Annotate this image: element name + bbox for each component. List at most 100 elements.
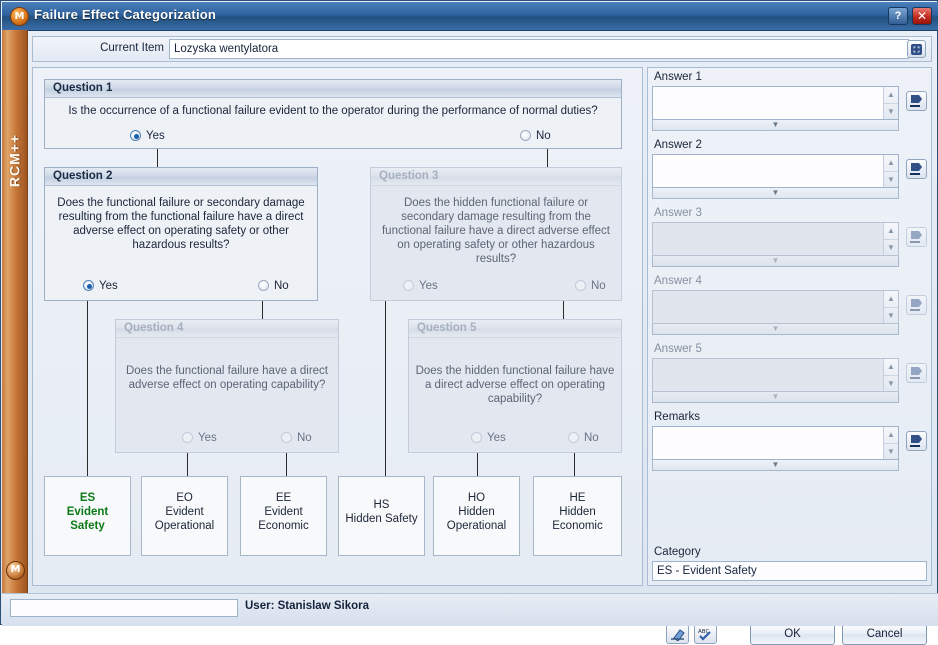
answer-2-input[interactable]: ▲ ▼ bbox=[652, 154, 899, 188]
radio-dot-icon bbox=[83, 280, 94, 291]
answer-4-spinner[interactable]: ▲ ▼ bbox=[883, 291, 898, 323]
connector-q3-yes bbox=[385, 301, 386, 476]
answer-5-spinner[interactable]: ▲ ▼ bbox=[883, 359, 898, 391]
result-line1-he: Hidden bbox=[559, 506, 596, 518]
answer-5-insert-reference-icon[interactable] bbox=[906, 363, 927, 383]
question-2-no-radio[interactable]: No bbox=[258, 280, 289, 292]
question-5-yes-label: Yes bbox=[487, 432, 506, 444]
category-select[interactable]: ES - Evident Safety bbox=[652, 561, 927, 581]
remarks-insert-reference-icon[interactable] bbox=[906, 431, 927, 451]
result-box-hs[interactable]: HS Hidden Safety bbox=[338, 476, 425, 556]
question-2-yes-radio[interactable]: Yes bbox=[83, 280, 118, 292]
chevron-up-icon[interactable]: ▲ bbox=[884, 223, 898, 239]
chevron-up-icon[interactable]: ▲ bbox=[884, 291, 898, 307]
result-box-es[interactable]: ES Evident Safety bbox=[44, 476, 131, 556]
result-code-es: ES bbox=[79, 492, 96, 504]
current-item-value[interactable]: Lozyska wentylatora bbox=[169, 39, 909, 59]
question-3-no-radio[interactable]: No bbox=[575, 280, 606, 292]
result-box-ee[interactable]: EE Evident Economic bbox=[240, 476, 327, 556]
connector-q2-yes bbox=[87, 301, 88, 476]
question-3-no-label: No bbox=[591, 280, 606, 292]
chevron-up-icon[interactable]: ▲ bbox=[884, 359, 898, 375]
answer-1-label: Answer 1 bbox=[654, 71, 702, 83]
radio-dot-icon bbox=[520, 130, 531, 141]
help-button[interactable]: ? bbox=[888, 7, 908, 25]
question-1-no-label: No bbox=[536, 130, 551, 142]
chevron-down-icon[interactable]: ▼ bbox=[884, 239, 898, 256]
question-4-yes-label: Yes bbox=[198, 432, 217, 444]
answer-1-insert-reference-icon[interactable] bbox=[906, 91, 927, 111]
eraser-icon bbox=[671, 629, 685, 641]
answer-1-expander[interactable]: ▼ bbox=[652, 120, 899, 131]
connector-q5-yes bbox=[477, 453, 478, 476]
answer-4-expander[interactable]: ▼ bbox=[652, 324, 899, 335]
answer-3-expander[interactable]: ▼ bbox=[652, 256, 899, 267]
question-3-text: Does the hidden functional failure or se… bbox=[381, 197, 610, 265]
spellcheck-button[interactable]: ABC bbox=[694, 624, 717, 644]
remarks-expander[interactable]: ▼ bbox=[652, 460, 899, 471]
connector-q4-no bbox=[286, 453, 287, 476]
answer-4-input[interactable]: ▲ ▼ bbox=[652, 290, 899, 324]
chevron-down-icon[interactable]: ▼ bbox=[884, 375, 898, 392]
radio-dot-icon bbox=[568, 432, 579, 443]
chevron-down-icon[interactable]: ▼ bbox=[884, 171, 898, 188]
chevron-down-icon[interactable]: ▼ bbox=[884, 443, 898, 460]
question-4-yes-radio[interactable]: Yes bbox=[182, 432, 217, 444]
close-button[interactable]: ✕ bbox=[912, 7, 932, 25]
answer-5-expander[interactable]: ▼ bbox=[652, 392, 899, 403]
question-4-no-radio[interactable]: No bbox=[281, 432, 312, 444]
result-code-ho: HO bbox=[467, 492, 486, 504]
answer-2-spinner[interactable]: ▲ ▼ bbox=[883, 155, 898, 187]
chevron-down-icon[interactable]: ▼ bbox=[884, 307, 898, 324]
eraser-button[interactable] bbox=[666, 624, 689, 644]
window-title: Failure Effect Categorization bbox=[34, 7, 217, 22]
question-3-yes-radio[interactable]: Yes bbox=[403, 280, 438, 292]
chevron-down-icon[interactable]: ▼ bbox=[884, 103, 898, 120]
question-1-group: Question 1 Is the occurrence of a functi… bbox=[44, 79, 622, 149]
question-4-no-label: No bbox=[297, 432, 312, 444]
answer-5-label: Answer 5 bbox=[654, 343, 702, 355]
question-1-header: Question 1 bbox=[45, 80, 621, 98]
result-line2-ho: Operational bbox=[446, 520, 507, 532]
radio-dot-icon bbox=[281, 432, 292, 443]
question-4-header: Question 4 bbox=[116, 320, 338, 338]
answer-1-input[interactable]: ▲ ▼ bbox=[652, 86, 899, 120]
answer-2-insert-reference-icon[interactable] bbox=[906, 159, 927, 179]
answer-2-expander[interactable]: ▼ bbox=[652, 188, 899, 199]
status-user-label: User: Stanislaw Sikora bbox=[245, 600, 369, 612]
close-icon: ✕ bbox=[916, 9, 928, 23]
question-5-yes-radio[interactable]: Yes bbox=[471, 432, 506, 444]
answer-5-input[interactable]: ▲ ▼ bbox=[652, 358, 899, 392]
result-box-eo[interactable]: EO Evident Operational bbox=[141, 476, 228, 556]
answer-1-spinner[interactable]: ▲ ▼ bbox=[883, 87, 898, 119]
connector-q4-yes bbox=[187, 453, 188, 476]
cancel-button[interactable]: Cancel bbox=[842, 623, 927, 645]
decision-diagram-panel: Question 1 Is the occurrence of a functi… bbox=[32, 67, 643, 586]
question-1-yes-radio[interactable]: Yes bbox=[130, 130, 165, 142]
chevron-up-icon[interactable]: ▲ bbox=[884, 87, 898, 103]
remarks-label: Remarks bbox=[654, 411, 701, 423]
expand-window-icon[interactable] bbox=[907, 40, 926, 58]
result-box-ho[interactable]: HO Hidden Operational bbox=[433, 476, 520, 556]
question-5-no-radio[interactable]: No bbox=[568, 432, 599, 444]
progress-bar bbox=[10, 599, 238, 617]
chevron-up-icon[interactable]: ▲ bbox=[884, 155, 898, 171]
result-line1-hs: Hidden Safety bbox=[345, 513, 418, 525]
question-5-header: Question 5 bbox=[409, 320, 621, 338]
question-3-group: Question 3 Does the hidden functional fa… bbox=[370, 167, 622, 301]
remarks-spinner[interactable]: ▲ ▼ bbox=[883, 427, 898, 459]
answer-3-insert-reference-icon[interactable] bbox=[906, 227, 927, 247]
question-2-yes-label: Yes bbox=[99, 280, 118, 292]
result-box-he[interactable]: HE Hidden Economic bbox=[533, 476, 622, 556]
spellcheck-icon: ABC bbox=[698, 629, 711, 641]
ok-button[interactable]: OK bbox=[750, 623, 835, 645]
question-1-no-radio[interactable]: No bbox=[520, 130, 551, 142]
answer-4-insert-reference-icon[interactable] bbox=[906, 295, 927, 315]
answer-3-input[interactable]: ▲ ▼ bbox=[652, 222, 899, 256]
result-code-he: HE bbox=[569, 492, 586, 504]
remarks-input[interactable]: ▲ ▼ bbox=[652, 426, 899, 460]
answer-3-spinner[interactable]: ▲ ▼ bbox=[883, 223, 898, 255]
question-2-header: Question 2 bbox=[45, 168, 317, 186]
chevron-up-icon[interactable]: ▲ bbox=[884, 427, 898, 443]
result-line2-he: Economic bbox=[552, 520, 603, 532]
